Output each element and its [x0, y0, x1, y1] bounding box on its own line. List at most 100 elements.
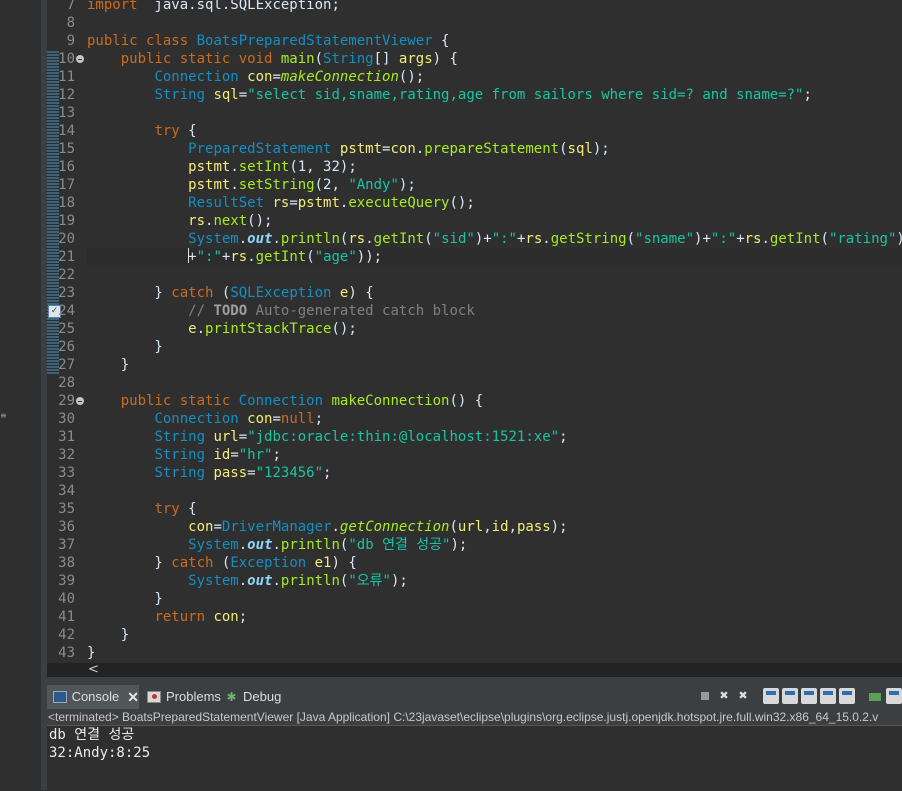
code-line[interactable]: rs.next(); [87, 212, 272, 230]
code-token: )+ [474, 231, 492, 247]
code-line[interactable]: System.out.println(rs.getInt("sid")+":"+… [87, 230, 902, 248]
code-line[interactable]: pstmt.setString(2, "Andy"); [87, 176, 416, 194]
line-number: 20 [58, 231, 75, 247]
line-number: 29 [58, 393, 75, 409]
code-line[interactable]: ResultSet rs=pstmt.executeQuery(); [87, 194, 475, 212]
code-line[interactable]: System.out.println("오류"); [87, 572, 408, 590]
show-on-error-icon[interactable] [839, 688, 855, 704]
code-token: id [491, 519, 509, 535]
code-line[interactable]: } catch (Exception e1) { [87, 554, 357, 572]
terminate-icon[interactable] [697, 688, 713, 704]
code-editor[interactable]: 7 8 9 10 11 12 13 14 15 16 17 18 19 20 21 22 23 ✓ 24 25 26 27… [47, 0, 902, 663]
code-token: Exception [230, 555, 307, 571]
code-line[interactable]: } [87, 626, 129, 644]
code-line[interactable]: public static Connection makeConnection(… [87, 392, 483, 410]
code-token: SQLException [230, 285, 332, 301]
code-token: ) { [348, 285, 374, 301]
collapsed-panel-marker[interactable]: ≡ [0, 411, 7, 420]
code-line[interactable]: public static void main(String[] args) { [87, 50, 458, 68]
code-token: } [87, 627, 130, 643]
remove-all-terminated-icon[interactable]: ✖ [735, 688, 751, 704]
code-line[interactable]: String id="hr"; [87, 446, 280, 464]
code-token: e [188, 321, 197, 337]
code-token: "sname" [635, 231, 695, 247]
code-token: "sid" [432, 231, 475, 247]
clear-console-icon[interactable] [763, 688, 779, 704]
code-token: } [87, 285, 172, 301]
horizontal-scrollbar[interactable]: < [47, 663, 902, 677]
code-line[interactable]: // TODO Auto-generated catch block [87, 302, 475, 320]
code-token: System [188, 231, 239, 247]
code-line[interactable]: System.out.println("db 연결 성공"); [87, 536, 467, 554]
code-line[interactable]: String sql="select sid,sname,rating,age … [87, 86, 811, 104]
close-icon[interactable]: ✕ [127, 685, 139, 709]
code-token: println [280, 231, 340, 247]
code-line[interactable]: import java.sql.SQLException; [87, 0, 340, 14]
code-line[interactable]: } [87, 644, 95, 662]
code-line[interactable]: e.printStackTrace(); [87, 320, 357, 338]
code-token: ; [323, 465, 332, 481]
scroll-left-icon[interactable]: < [88, 663, 99, 677]
tab-problems[interactable]: Problems [141, 685, 221, 709]
remove-launch-icon[interactable]: ✖ [716, 688, 732, 704]
code-token: ( [559, 141, 568, 157]
word-wrap-icon[interactable] [801, 688, 817, 704]
code-token: ( [314, 51, 324, 67]
tab-console-label: Console [71, 689, 120, 704]
line-number: 42 [58, 627, 75, 643]
code-token: pstmt [188, 177, 231, 193]
code-line[interactable]: } [87, 590, 162, 608]
code-line[interactable]: public class BoatsPreparedStatementViewe… [87, 32, 449, 50]
code-token: out [247, 231, 273, 247]
code-token: java.sql.SQLException; [137, 0, 340, 13]
line-number: 26 [58, 339, 75, 355]
code-token: BoatsPreparedStatementViewer [196, 33, 433, 49]
line-number: 38 [58, 555, 75, 571]
fold-toggle-icon[interactable] [76, 397, 84, 405]
code-line[interactable]: return con; [87, 608, 247, 626]
current-code-line[interactable]: +":"+rs.getInt("age")); [87, 248, 902, 266]
code-line[interactable]: } [87, 356, 129, 374]
code-line[interactable]: Connection con=null; [87, 410, 323, 428]
tab-debug[interactable]: ✱ Debug [219, 685, 281, 709]
code-token: import [87, 0, 138, 13]
code-line[interactable]: } [87, 338, 162, 356]
code-token: con [247, 69, 273, 85]
code-token: ; [559, 429, 568, 445]
display-console-icon[interactable] [886, 688, 902, 704]
tab-console[interactable]: Console ✕ [47, 685, 139, 709]
code-token: main [280, 51, 315, 67]
code-line[interactable]: PreparedStatement pstmt=con.prepareState… [87, 140, 610, 158]
code-line[interactable]: con=DriverManager.getConnection(url,id,p… [87, 518, 567, 536]
console-toolbar: ✖ ✖ [697, 688, 902, 706]
code-line[interactable]: String url="jdbc:oracle:thin:@localhost:… [87, 428, 568, 446]
console-output-line: 32:Andy:8:25 [49, 745, 151, 761]
console-tab-bar: Console ✕ Problems ✱ Debug ✖ ✖ [47, 685, 902, 709]
toolbar-separator [858, 688, 864, 704]
code-token: "jdbc:oracle:thin:@localhost:1521:xe" [247, 429, 560, 445]
code-line[interactable]: pstmt.setInt(1, 32); [87, 158, 357, 176]
line-number: 34 [58, 483, 75, 499]
code-text-area[interactable]: import java.sql.SQLException; public clas… [87, 0, 902, 663]
code-line[interactable]: String pass="123456"; [87, 464, 331, 482]
console-output[interactable]: db 연결 성공 32:Andy:8:25 [47, 725, 902, 791]
code-token: (); [449, 195, 475, 211]
code-token: ) { [331, 555, 357, 571]
code-token: ( [820, 231, 829, 247]
code-line[interactable]: try { [87, 500, 196, 518]
code-line[interactable]: Connection con=makeConnection(); [87, 68, 424, 86]
code-token: pstmt [188, 159, 231, 175]
tab-debug-label: Debug [243, 689, 282, 704]
show-on-output-icon[interactable] [820, 688, 836, 704]
scroll-lock-icon[interactable] [782, 688, 798, 704]
code-line[interactable]: try { [87, 122, 196, 140]
pin-console-icon[interactable] [867, 688, 883, 704]
code-token: . [272, 231, 281, 247]
fold-toggle-icon[interactable] [76, 55, 84, 63]
code-line[interactable]: } catch (SQLException e) { [87, 284, 374, 302]
